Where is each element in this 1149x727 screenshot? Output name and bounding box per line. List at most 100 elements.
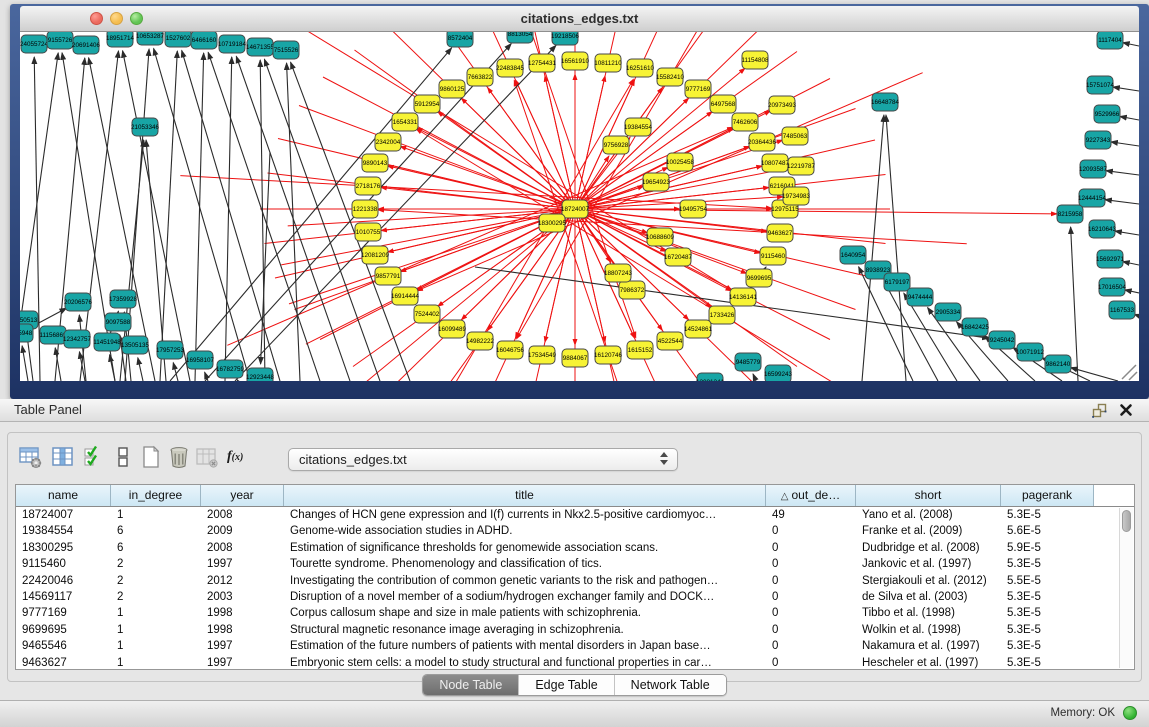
graph-node[interactable]: 9245042 [989,331,1015,349]
graph-node[interactable]: 16599243 [764,365,793,381]
graph-node[interactable]: 4522544 [657,332,683,350]
graph-node[interactable]: 10688609 [646,228,675,246]
graph-node[interactable]: 14524861 [684,320,713,338]
graph-node[interactable]: 20364436 [748,133,777,151]
new-column-icon[interactable] [139,445,163,469]
table-row[interactable]: 977716911998Corpus callosum shape and si… [16,605,1134,621]
graph-node[interactable]: 12219787 [787,157,816,175]
graph-node[interactable]: 12342757 [63,330,92,348]
graph-node[interactable]: 12081209 [361,246,390,264]
graph-node[interactable]: 11451948 [93,333,121,351]
graph-node[interactable]: 7515526 [273,41,299,59]
column-header-in_degree[interactable]: in_degree [111,485,201,506]
table-mode-icon[interactable] [18,445,42,469]
graph-node[interactable]: 9474444 [907,288,933,306]
graph-node[interactable]: 12444154 [1078,189,1107,207]
graph-node[interactable]: 10807487 [761,154,790,172]
graph-node[interactable]: 19218506 [551,32,580,45]
table-row[interactable]: 1938455462009Genome-wide association stu… [16,523,1134,539]
graph-node[interactable]: 11154808 [741,51,769,69]
graph-node[interactable]: 12923448 [246,368,275,381]
graph-node[interactable]: 7663822 [467,68,493,86]
graph-node[interactable]: 2342004 [375,133,401,151]
graph-node[interactable]: 22483845 [496,59,525,77]
graph-node[interactable]: 9884067 [562,349,588,367]
graph-node[interactable]: 19384554 [624,118,653,136]
graph-node[interactable]: 1733426 [709,306,735,324]
graph-node[interactable]: 14671355 [246,38,275,56]
column-header-name[interactable]: name [16,485,111,506]
graph-node[interactable]: 14136141 [729,288,758,306]
row-height-icon[interactable] [111,445,135,469]
graph-node[interactable]: 9463627 [767,224,793,242]
table-row[interactable]: 1830029562008Estimation of significance … [16,540,1134,556]
graph-node[interactable]: 16210643 [1088,220,1117,238]
graph-node[interactable]: 7485063 [782,127,808,145]
graph-node[interactable]: 16099489 [438,320,467,338]
zoom-button[interactable] [130,12,143,25]
graph-node[interactable]: 16782759 [216,360,245,378]
import-table-icon[interactable] [195,445,219,469]
graph-node[interactable]: 9097588 [105,313,131,331]
graph-node[interactable]: 7524402 [414,305,440,323]
graph-node[interactable]: 1010755 [355,223,381,241]
graph-node[interactable]: 16561910 [561,52,590,70]
graph-node[interactable]: 19495754 [679,200,708,218]
graph-node[interactable]: 18724007 [561,200,590,218]
graph-node[interactable]: 16958107 [186,351,215,369]
graph-node[interactable]: 9857791 [375,267,401,285]
table-row[interactable]: 1456911722003Disruption of a novel membe… [16,589,1134,605]
graph-node[interactable]: 16251610 [626,59,655,77]
graph-node[interactable]: 21053346 [131,118,160,136]
graph-node[interactable]: 1654331 [392,113,418,131]
graph-node[interactable]: 1640954 [840,246,866,264]
function-builder-icon[interactable]: f(x) [227,445,251,469]
graph-node[interactable]: 1527602 [165,32,191,47]
graph-node[interactable]: 17534549 [528,346,557,364]
graph-node[interactable]: 2905334 [935,303,961,321]
network-graph[interactable]: 1872400718300295129751159463627911546096… [20,32,1139,381]
table-row[interactable]: 2242004622012Investigating the contribut… [16,573,1134,589]
table-row[interactable]: 911546021997Tourette syndrome. Phenomeno… [16,556,1134,572]
table-row[interactable]: 946362711997Embryonic stem cells: a mode… [16,655,1134,670]
column-header-year[interactable]: year [201,485,284,506]
column-header-pagerank[interactable]: pagerank [1001,485,1094,506]
graph-node[interactable]: 19734983 [782,187,811,205]
column-header-short[interactable]: short [856,485,1001,506]
graph-node[interactable]: 9155726 [47,32,73,49]
graph-node[interactable]: 9756928 [603,136,629,154]
graph-node[interactable]: 1615152 [627,341,653,359]
tab-edge-table[interactable]: Edge Table [519,675,614,695]
tab-network-table[interactable]: Network Table [615,675,726,695]
graph-node[interactable]: 14982222 [466,332,495,350]
graph-node[interactable]: 12754431 [528,54,557,72]
show-columns-icon[interactable] [51,445,75,469]
graph-node[interactable]: 9485779 [735,353,761,371]
scrollbar-thumb[interactable] [1122,510,1131,532]
tab-node-table[interactable]: Node Table [423,675,519,695]
graph-node[interactable]: 3915948 [20,324,33,342]
graph-node[interactable]: 16720487 [664,248,693,266]
graph-node[interactable]: 12081241 [696,373,725,381]
graph-node[interactable]: 9777169 [685,80,711,98]
graph-node[interactable]: 19654923 [642,173,671,191]
network-canvas[interactable]: 1872400718300295129751159463627911546096… [20,32,1139,381]
graph-node[interactable]: 9862140 [1045,355,1071,373]
graph-node[interactable]: 10719184 [218,35,247,53]
graph-node[interactable]: 17359928 [109,290,138,308]
vertical-scrollbar[interactable] [1119,508,1133,668]
graph-node[interactable]: 17957253 [156,341,185,359]
network-window-titlebar[interactable]: citations_edges.txt [20,6,1139,32]
graph-node[interactable]: 16842425 [961,318,990,336]
graph-node[interactable]: 9860125 [439,80,465,98]
graph-node[interactable]: 15751074 [1086,76,1115,94]
graph-node[interactable]: 20206576 [64,293,93,311]
graph-node[interactable]: 18951714 [106,32,135,47]
graph-node[interactable]: 6179197 [884,273,910,291]
graph-node[interactable]: 18807243 [604,264,633,282]
graph-node[interactable]: 6466160 [191,32,217,49]
float-panel-icon[interactable] [1092,403,1107,418]
graph-node[interactable]: 20973493 [768,96,797,114]
graph-node[interactable]: 9699695 [746,269,772,287]
table-row[interactable]: 969969511998Structural magnetic resonanc… [16,622,1134,638]
